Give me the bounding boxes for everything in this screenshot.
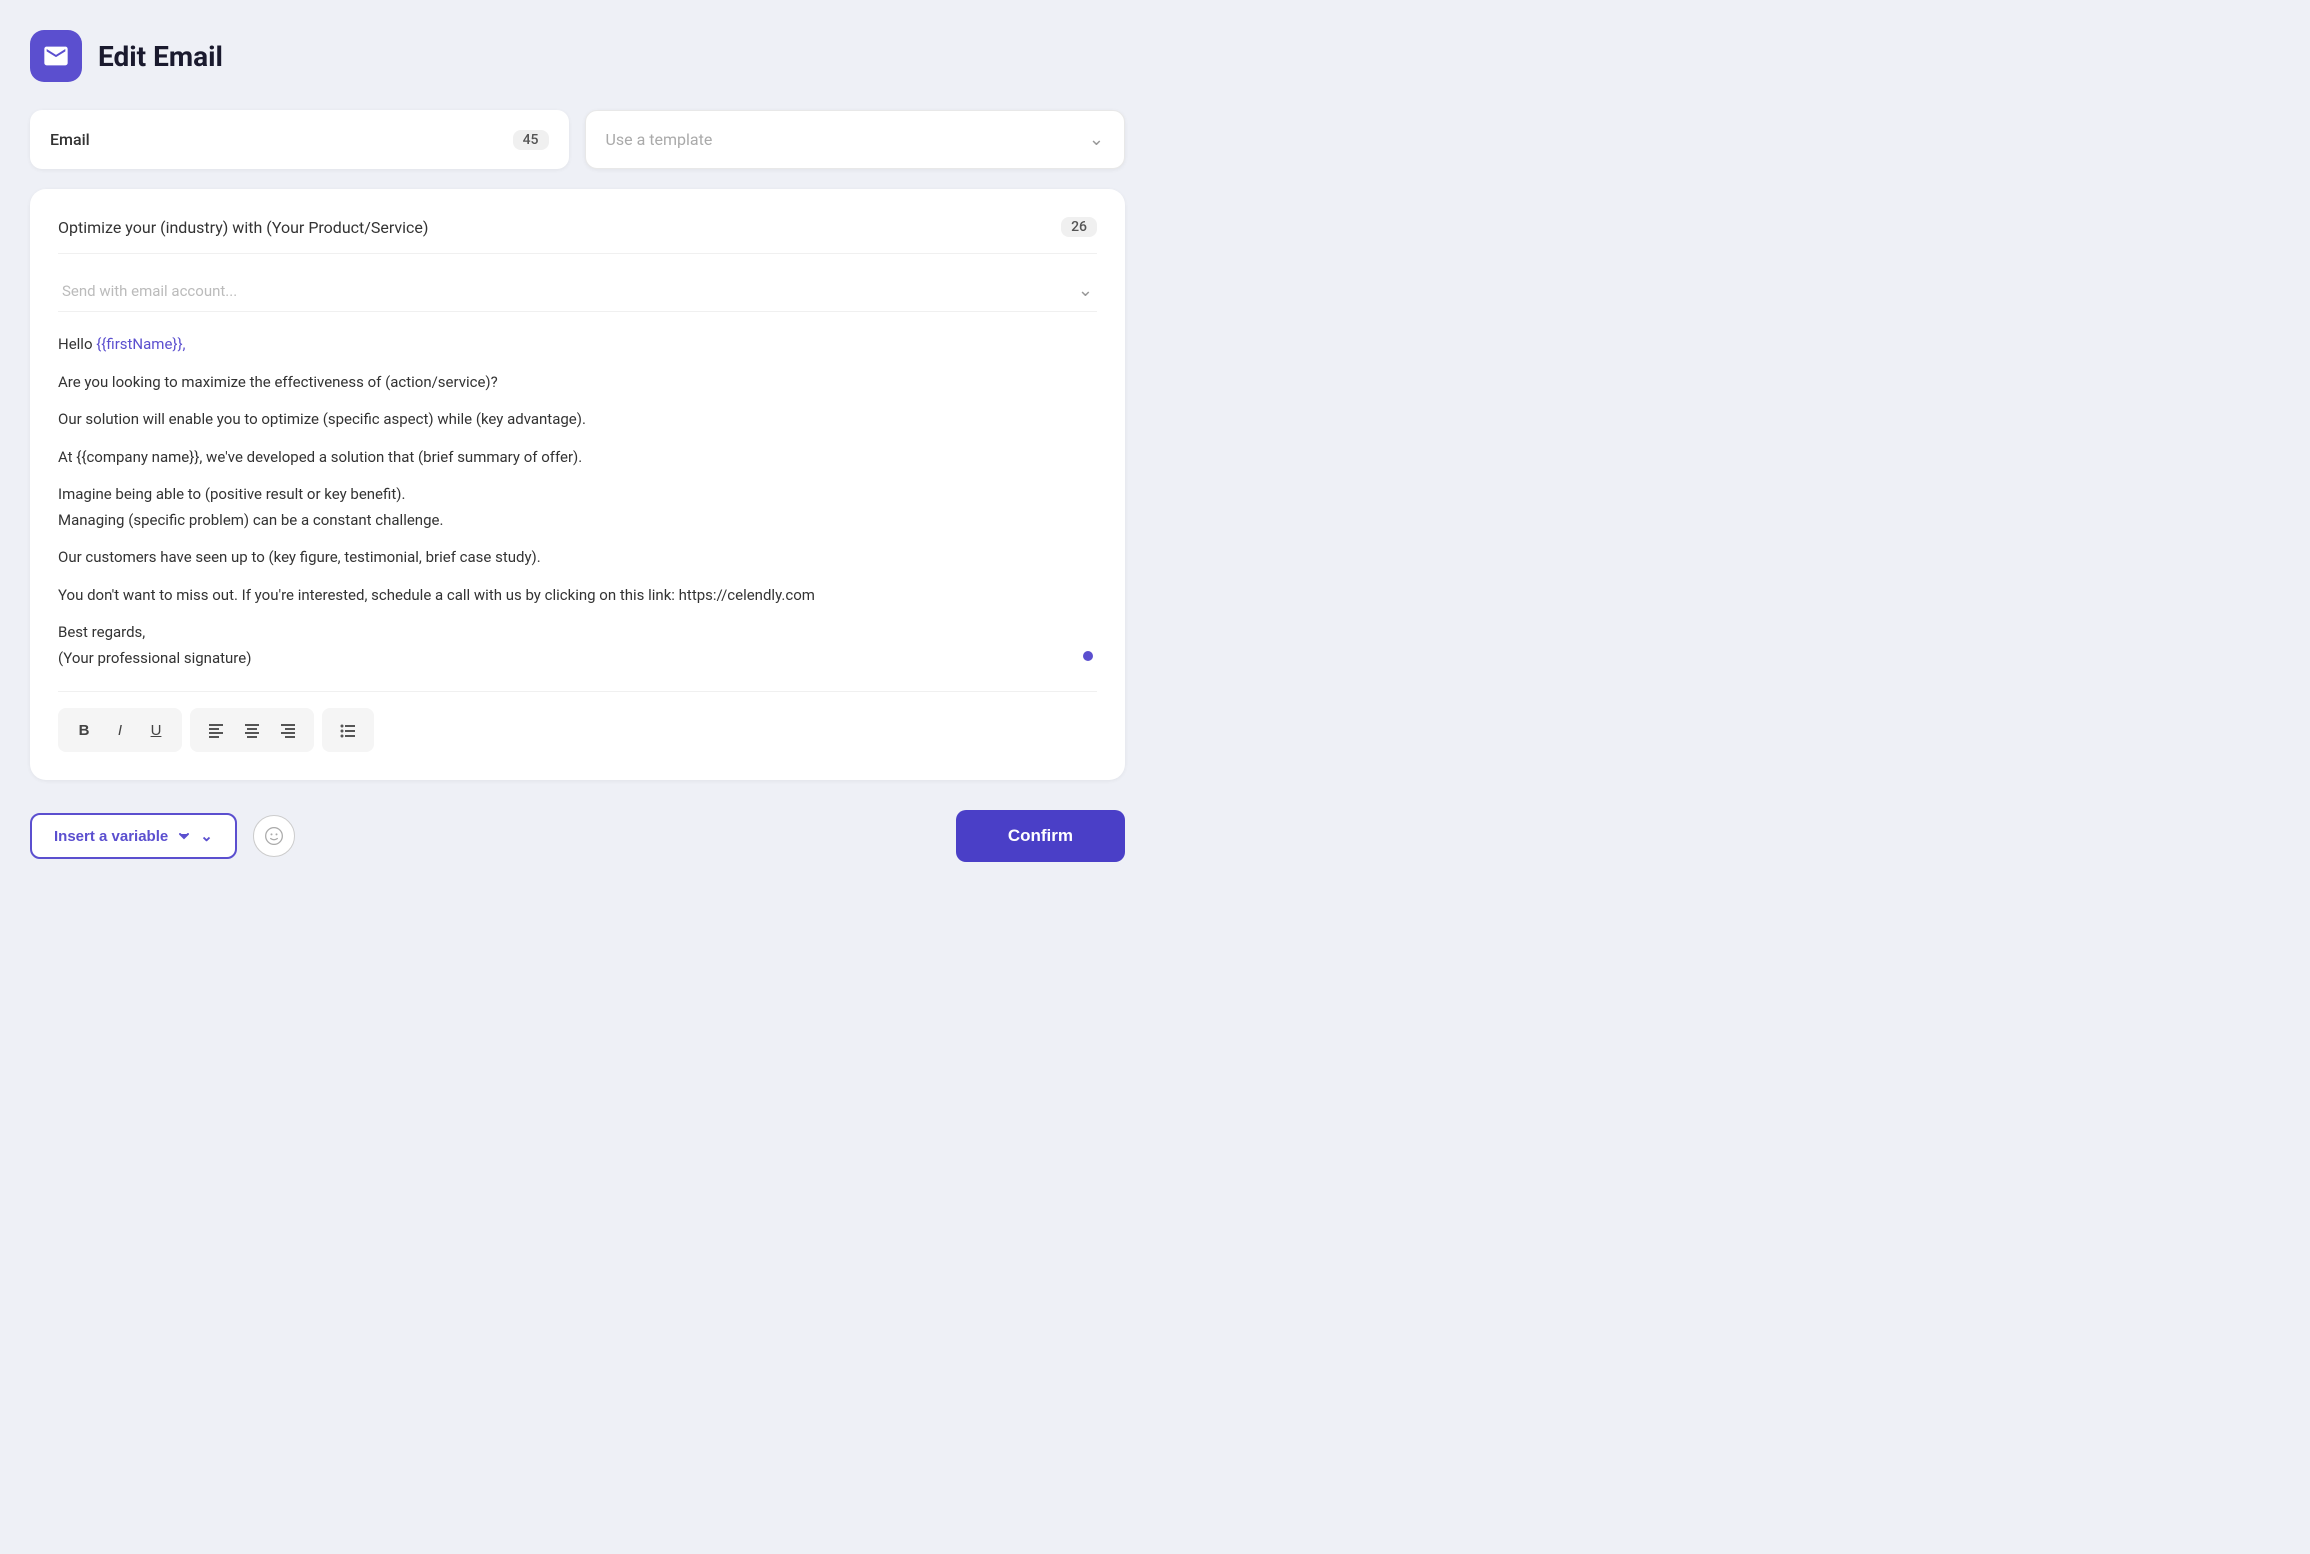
template-selector-placeholder: Use a template: [606, 130, 713, 149]
body-line-2: Are you looking to maximize the effectiv…: [58, 370, 1097, 396]
email-icon: [42, 42, 70, 70]
body-line-4: At {{company name}}, we've developed a s…: [58, 445, 1097, 471]
email-tab-badge: 45: [513, 130, 549, 150]
body-line-5: Imagine being able to (positive result o…: [58, 482, 1097, 533]
align-left-button[interactable]: [200, 714, 232, 746]
template-selector[interactable]: Use a template ⌄: [585, 110, 1126, 169]
subject-badge: 26: [1061, 217, 1097, 237]
subject-row: Optimize your (industry) with (Your Prod…: [58, 217, 1097, 254]
align-center-icon: [244, 722, 260, 738]
email-editor: Optimize your (industry) with (Your Prod…: [30, 189, 1125, 780]
align-group: [190, 708, 314, 752]
email-tab-label: Email: [50, 130, 90, 149]
body-line-3: Our solution will enable you to optimize…: [58, 407, 1097, 433]
email-body[interactable]: Hello {{firstName}}, Are you looking to …: [58, 332, 1097, 671]
subject-text[interactable]: Optimize your (industry) with (Your Prod…: [58, 218, 428, 237]
confirm-button[interactable]: Confirm: [956, 810, 1125, 862]
editor-toolbar: B I U: [58, 691, 1097, 752]
emoji-icon: [264, 826, 284, 846]
page-title: Edit Email: [98, 40, 223, 73]
insert-variable-label: Insert a variable: [54, 828, 168, 845]
body-line-6: Our customers have seen up to (key figur…: [58, 545, 1097, 571]
list-icon: [340, 722, 356, 738]
firstname-variable: {{firstName}},: [96, 335, 185, 353]
bold-button[interactable]: B: [68, 714, 100, 746]
align-center-button[interactable]: [236, 714, 268, 746]
body-signature: Best regards,(Your professional signatur…: [58, 620, 1097, 671]
insert-variable-button[interactable]: Insert a variable ⌄: [30, 813, 237, 859]
chevron-down-icon: [176, 828, 192, 844]
top-controls: Email 45 Use a template ⌄: [30, 110, 1125, 169]
send-account-placeholder: Send with email account...: [62, 282, 237, 300]
bottom-bar: Insert a variable ⌄ Confirm: [30, 800, 1125, 862]
page-header: Edit Email: [30, 30, 1125, 82]
send-account-row[interactable]: Send with email account... ⌄: [58, 270, 1097, 312]
align-right-icon: [280, 722, 296, 738]
list-group: [322, 708, 374, 752]
email-tab[interactable]: Email 45: [30, 110, 569, 169]
bottom-left-controls: Insert a variable ⌄: [30, 813, 295, 859]
list-button[interactable]: [332, 714, 364, 746]
emoji-button[interactable]: [253, 815, 295, 857]
align-left-icon: [208, 722, 224, 738]
body-line-7: You don't want to miss out. If you're in…: [58, 583, 1097, 609]
body-greeting: Hello {{firstName}},: [58, 332, 1097, 358]
send-account-chevron-icon: ⌄: [1078, 280, 1093, 301]
underline-button[interactable]: U: [140, 714, 172, 746]
app-icon: [30, 30, 82, 82]
chevron-down-icon: ⌄: [1089, 129, 1104, 150]
align-right-button[interactable]: [272, 714, 304, 746]
italic-button[interactable]: I: [104, 714, 136, 746]
text-format-group: B I U: [58, 708, 182, 752]
cursor-dot: [1083, 651, 1093, 661]
